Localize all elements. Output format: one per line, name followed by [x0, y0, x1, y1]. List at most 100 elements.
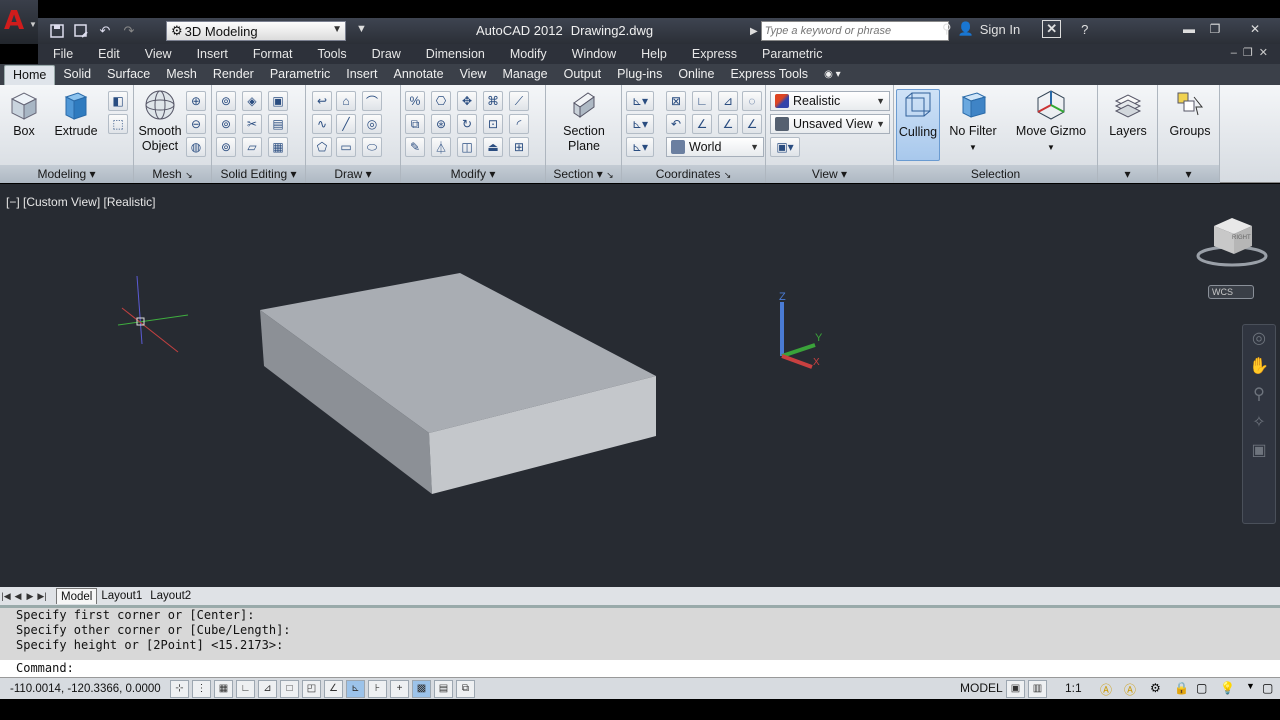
quick-view-drawings-icon[interactable]: ▥ — [1028, 680, 1047, 698]
layers-expand[interactable]: ▾ — [1098, 165, 1157, 183]
menu-express[interactable]: Express — [677, 47, 747, 61]
ucs-face-icon[interactable]: ⊾▾ — [626, 114, 654, 134]
panel-title-section[interactable]: Section ▾ ↘ — [546, 165, 621, 183]
annotation-scale[interactable]: 1:1 — [1065, 681, 1082, 695]
quick-properties-toggle[interactable]: ▤ — [434, 679, 453, 698]
pan-icon[interactable]: ✋ — [1243, 353, 1275, 381]
sign-in-link[interactable]: Sign In — [980, 22, 1020, 37]
exchange-icon[interactable]: ✕ — [1042, 20, 1062, 38]
spline-icon[interactable]: ∿ — [312, 114, 332, 134]
tab-manage[interactable]: Manage — [494, 65, 555, 85]
no-filter-button[interactable]: No Filter ▼ — [948, 89, 998, 155]
infer-constraints-toggle[interactable]: ⊹ — [170, 679, 189, 698]
selection-cycling-toggle[interactable]: ⧉ — [456, 679, 475, 698]
orbit-icon[interactable]: ✧ — [1243, 409, 1275, 437]
thicken-icon[interactable]: ▱ — [242, 137, 262, 157]
tab-annotate[interactable]: Annotate — [386, 65, 452, 85]
ucs-3point-icon[interactable]: ⊾▾ — [626, 137, 654, 157]
3d-align-icon[interactable]: ⎔ — [431, 91, 451, 111]
otrack-toggle[interactable]: ∠ — [324, 679, 343, 698]
search-input[interactable] — [760, 21, 949, 41]
rectangle-icon[interactable]: ▭ — [336, 137, 356, 157]
named-view-dropdown[interactable]: Unsaved View ▼ — [770, 114, 890, 134]
mesh-smooth-less-icon[interactable]: ⊖ — [186, 114, 206, 134]
document-window-controls[interactable]: ‒❐✕ — [1231, 46, 1274, 59]
autoscale-icon[interactable]: Ⓐ — [1124, 681, 1136, 698]
help-icon[interactable]: ? — [1081, 22, 1088, 37]
annotation-visibility-icon[interactable]: Ⓐ — [1100, 681, 1112, 698]
close-button[interactable]: ✕ — [1244, 20, 1266, 38]
wcs-menu[interactable]: WCS — [1208, 285, 1254, 299]
menu-view[interactable]: View — [130, 47, 182, 61]
polar-toggle[interactable]: ⊿ — [258, 679, 277, 698]
polygon-drape-icon[interactable]: ⌂ — [336, 91, 356, 111]
snap-toggle[interactable]: ⋮ — [192, 679, 211, 698]
polyline-icon[interactable]: ↩ — [312, 91, 332, 111]
clean-screen-icon[interactable]: ▢ — [1262, 681, 1273, 695]
3d-scale-icon[interactable]: ⏃ — [431, 137, 451, 157]
menu-draw[interactable]: Draw — [357, 47, 411, 61]
layers-button[interactable]: Layers — [1104, 89, 1152, 139]
ucs-named-icon[interactable]: ⊠ — [666, 91, 686, 111]
extract-edges-icon[interactable]: ▣ — [268, 91, 288, 111]
tab-express-tools[interactable]: Express Tools — [722, 65, 816, 85]
binoculars-icon[interactable]: ⚲ — [942, 21, 952, 37]
visual-style-dropdown[interactable]: Realistic ▼ — [770, 91, 890, 111]
ortho-toggle[interactable]: ∟ — [236, 679, 255, 698]
break-icon[interactable]: ⟋ — [509, 91, 529, 111]
arc-icon[interactable]: ⌒ — [362, 91, 382, 111]
move-icon[interactable]: ✥ — [457, 91, 477, 111]
menu-dimension[interactable]: Dimension — [411, 47, 495, 61]
tab-surface[interactable]: Surface — [99, 65, 158, 85]
copy-icon[interactable]: ⧉ — [405, 114, 425, 134]
ucs-origin-icon[interactable]: ∟ — [692, 91, 712, 111]
steering-wheel-icon[interactable]: ◎ — [1243, 325, 1275, 353]
3d-box-solid[interactable] — [260, 273, 656, 494]
panel-title-view[interactable]: View ▾ — [766, 165, 893, 183]
model-space-button[interactable]: MODEL — [960, 681, 1003, 695]
ucs-icon[interactable]: ⊾▾ — [626, 91, 654, 111]
union-icon[interactable]: ⊚ — [216, 91, 236, 111]
user-icon[interactable]: 👤 — [958, 21, 974, 37]
menu-window[interactable]: Window — [557, 47, 626, 61]
last-layout-icon[interactable]: ▶| — [36, 589, 48, 603]
groups-button[interactable]: Groups — [1166, 89, 1214, 139]
tab-solid[interactable]: Solid — [55, 65, 99, 85]
qat-customize-button[interactable]: ▼ — [356, 23, 367, 35]
smooth-object-button[interactable]: Smooth Object — [136, 89, 184, 154]
undo-icon[interactable]: ↶ — [96, 22, 114, 40]
menu-parametric[interactable]: Parametric — [747, 47, 832, 61]
interfere-icon[interactable]: ◈ — [242, 91, 262, 111]
menu-insert[interactable]: Insert — [182, 47, 238, 61]
panel-title-modify[interactable]: Modify ▾ — [401, 165, 545, 183]
panel-title-mesh[interactable]: Mesh ↘ — [134, 165, 211, 183]
showmotion-icon[interactable]: ▣ — [1243, 437, 1275, 465]
lock-icon[interactable]: 🔒 — [1174, 681, 1189, 695]
ucs-previous-icon[interactable]: ↶ — [666, 114, 686, 134]
ucs-object-icon[interactable]: ◌ — [742, 91, 762, 111]
3d-rotate-icon[interactable]: ⊛ — [431, 114, 451, 134]
ucs-y-icon[interactable]: ∠ — [718, 114, 738, 134]
workspace-dropdown[interactable]: ⚙ 3D Modeling ▼ — [166, 21, 346, 41]
isolate-objects-icon[interactable]: 💡 — [1220, 681, 1235, 695]
3d-osnap-toggle[interactable]: ◰ — [302, 679, 321, 698]
stretch-icon[interactable]: ◫ — [457, 137, 477, 157]
culling-button[interactable]: Culling — [896, 89, 940, 161]
status-menu-icon[interactable]: ▼ — [1246, 681, 1255, 691]
tab-layout2[interactable]: Layout2 — [146, 588, 195, 604]
menu-edit[interactable]: Edit — [83, 47, 130, 61]
join-icon[interactable]: ⏏ — [483, 137, 503, 157]
extrude-button[interactable]: Extrude — [52, 89, 100, 139]
redo-icon[interactable]: ↷ — [120, 22, 138, 40]
separate-icon[interactable]: ▦ — [268, 137, 288, 157]
extrude-faces-icon[interactable]: ▤ — [268, 114, 288, 134]
panel-title-coordinates[interactable]: Coordinates ↘ — [622, 165, 765, 183]
tab-view[interactable]: View — [452, 65, 495, 85]
menu-format[interactable]: Format — [238, 47, 303, 61]
viewport-config-icon[interactable]: ▣▾ — [770, 137, 800, 157]
panel-title-selection[interactable]: Selection — [894, 165, 1097, 183]
mesh-smooth-more-icon[interactable]: ⊕ — [186, 91, 206, 111]
section-plane-button[interactable]: Section Plane — [558, 89, 610, 154]
tab-render[interactable]: Render — [205, 65, 262, 85]
ucs-view-icon[interactable]: ⊿ — [718, 91, 738, 111]
